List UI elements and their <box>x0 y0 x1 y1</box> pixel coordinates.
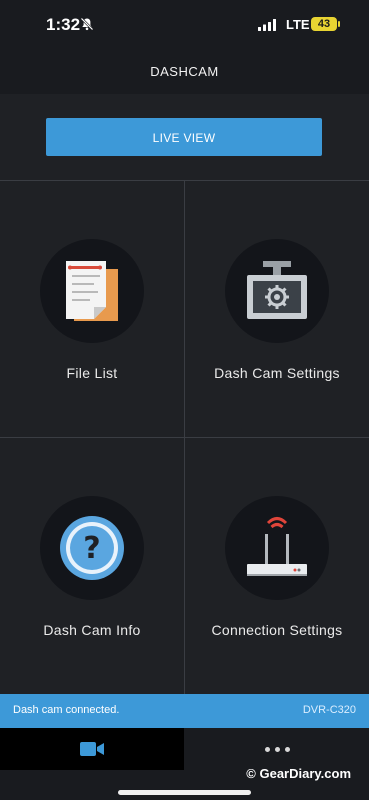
more-dots-icon <box>265 747 270 752</box>
more-dots-icon <box>275 747 280 752</box>
help-icon: ? <box>40 496 144 600</box>
menu-grid: File List Dash Cam Settings ? Dash Cam I… <box>0 180 369 695</box>
more-dots-icon <box>285 747 290 752</box>
tab-more[interactable] <box>185 728 369 770</box>
video-camera-icon <box>80 742 104 756</box>
battery-level: 43 <box>311 17 337 31</box>
connection-banner: Dash cam connected. DVR-C320 <box>0 694 369 728</box>
file-list-icon <box>40 239 144 343</box>
home-indicator <box>118 790 251 795</box>
tab-bar: © GearDiary.com <box>0 728 369 800</box>
router-icon <box>225 496 329 600</box>
connection-status: Dash cam connected. <box>13 704 120 716</box>
live-view-button[interactable]: LIVE VIEW <box>46 118 322 156</box>
dashcam-info-label: Dash Cam Info <box>43 622 141 638</box>
watermark: © GearDiary.com <box>246 766 351 781</box>
svg-text:?: ? <box>83 531 100 566</box>
bell-muted-icon <box>80 17 94 36</box>
connection-settings-tile[interactable]: Connection Settings <box>185 438 369 694</box>
connection-settings-label: Connection Settings <box>211 622 343 638</box>
dashcam-settings-label: Dash Cam Settings <box>214 365 340 381</box>
status-bar: 1:32 LTE 43 <box>0 0 369 50</box>
file-list-label: File List <box>66 365 118 381</box>
cellular-signal-icon <box>258 18 278 36</box>
dashcam-settings-icon <box>225 239 329 343</box>
status-time: 1:32 <box>46 15 81 34</box>
dashcam-settings-tile[interactable]: Dash Cam Settings <box>185 181 369 438</box>
dashcam-info-tile[interactable]: ? Dash Cam Info <box>0 438 185 694</box>
device-model: DVR-C320 <box>302 704 356 716</box>
tab-camera[interactable] <box>0 728 184 770</box>
network-type: LTE <box>286 17 310 32</box>
file-list-tile[interactable]: File List <box>0 181 185 438</box>
battery-icon <box>338 21 340 27</box>
page-title: DASHCAM <box>0 50 369 94</box>
